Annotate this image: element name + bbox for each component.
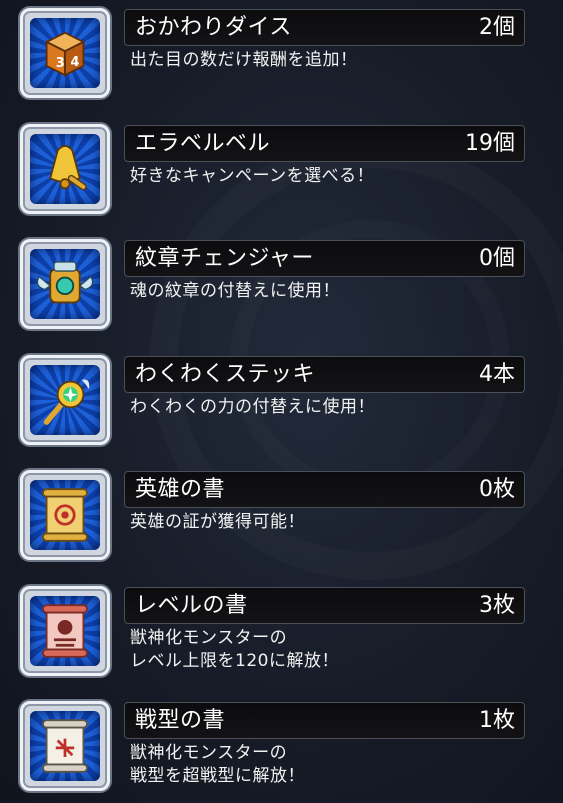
item-icon-frame: 3 4 bbox=[20, 8, 110, 98]
item-count: 19個 bbox=[465, 131, 515, 156]
item-count: 0個 bbox=[479, 246, 515, 271]
item-description: 魂の紋章の付替えに使用！ bbox=[130, 281, 340, 301]
item-icon-frame bbox=[20, 586, 110, 676]
list-item[interactable]: 英雄の書 0枚 英雄の証が獲得可能！ bbox=[0, 462, 563, 572]
item-name-bar: エラベルベル 19個 bbox=[124, 125, 525, 162]
item-icon-frame bbox=[20, 355, 110, 445]
item-description: 出た目の数だけ報酬を追加！ bbox=[130, 50, 358, 70]
list-item[interactable]: レベルの書 3枚 獣神化モンスターの レベル上限を120に解放！ bbox=[0, 578, 563, 688]
item-count: 0枚 bbox=[479, 477, 515, 502]
item-name: 紋章チェンジャー bbox=[135, 246, 314, 271]
item-name: エラベルベル bbox=[135, 131, 271, 156]
item-count: 2個 bbox=[479, 15, 515, 40]
item-count: 1枚 bbox=[479, 708, 515, 733]
item-name-bar: 英雄の書 0枚 bbox=[124, 471, 525, 508]
item-name-bar: 紋章チェンジャー 0個 bbox=[124, 240, 525, 277]
item-icon-frame bbox=[20, 701, 110, 791]
item-description: わくわくの力の付替えに使用！ bbox=[130, 397, 375, 417]
item-name: 戦型の書 bbox=[135, 708, 226, 733]
item-description: 獣神化モンスターの レベル上限を120に解放！ bbox=[130, 628, 339, 671]
dice-icon: 3 4 bbox=[44, 31, 86, 77]
item-name-bar: レベルの書 3枚 bbox=[124, 587, 525, 624]
item-icon-frame bbox=[20, 470, 110, 560]
item-name: おかわりダイス bbox=[135, 15, 292, 40]
list-item[interactable]: エラベルベル 19個 好きなキャンペーンを選べる！ bbox=[0, 116, 563, 226]
svg-text:4: 4 bbox=[71, 55, 80, 70]
battle-type-scroll-icon bbox=[41, 719, 89, 773]
crest-changer-icon bbox=[36, 261, 94, 304]
item-description: 英雄の証が獲得可能！ bbox=[130, 512, 305, 532]
item-count: 3枚 bbox=[479, 593, 515, 618]
item-description: 好きなキャンペーンを選べる！ bbox=[130, 166, 375, 186]
list-item[interactable]: 紋章チェンジャー 0個 魂の紋章の付替えに使用！ bbox=[0, 231, 563, 341]
list-item[interactable]: 3 4 おかわりダイス 2個 出た目の数だけ報酬を追加！ bbox=[0, 0, 563, 110]
wand-icon bbox=[43, 379, 90, 425]
item-name: レベルの書 bbox=[135, 593, 248, 618]
item-name: わくわくステッキ bbox=[135, 362, 316, 387]
hero-scroll-icon bbox=[41, 488, 89, 542]
item-name-bar: わくわくステッキ 4本 bbox=[124, 356, 525, 393]
item-icon-frame bbox=[20, 124, 110, 214]
item-name-bar: おかわりダイス 2個 bbox=[124, 9, 525, 46]
bell-icon bbox=[49, 145, 87, 191]
level-scroll-icon bbox=[41, 604, 89, 658]
list-item[interactable]: 戦型の書 1枚 獣神化モンスターの 戦型を超戦型に解放！ bbox=[0, 693, 563, 803]
item-name-bar: 戦型の書 1枚 bbox=[124, 702, 525, 739]
item-icon-frame bbox=[20, 239, 110, 329]
item-name: 英雄の書 bbox=[135, 477, 226, 502]
svg-text:3: 3 bbox=[56, 56, 65, 71]
item-count: 4本 bbox=[479, 362, 515, 387]
item-description: 獣神化モンスターの 戦型を超戦型に解放！ bbox=[130, 743, 305, 786]
list-item[interactable]: わくわくステッキ 4本 わくわくの力の付替えに使用！ bbox=[0, 347, 563, 457]
